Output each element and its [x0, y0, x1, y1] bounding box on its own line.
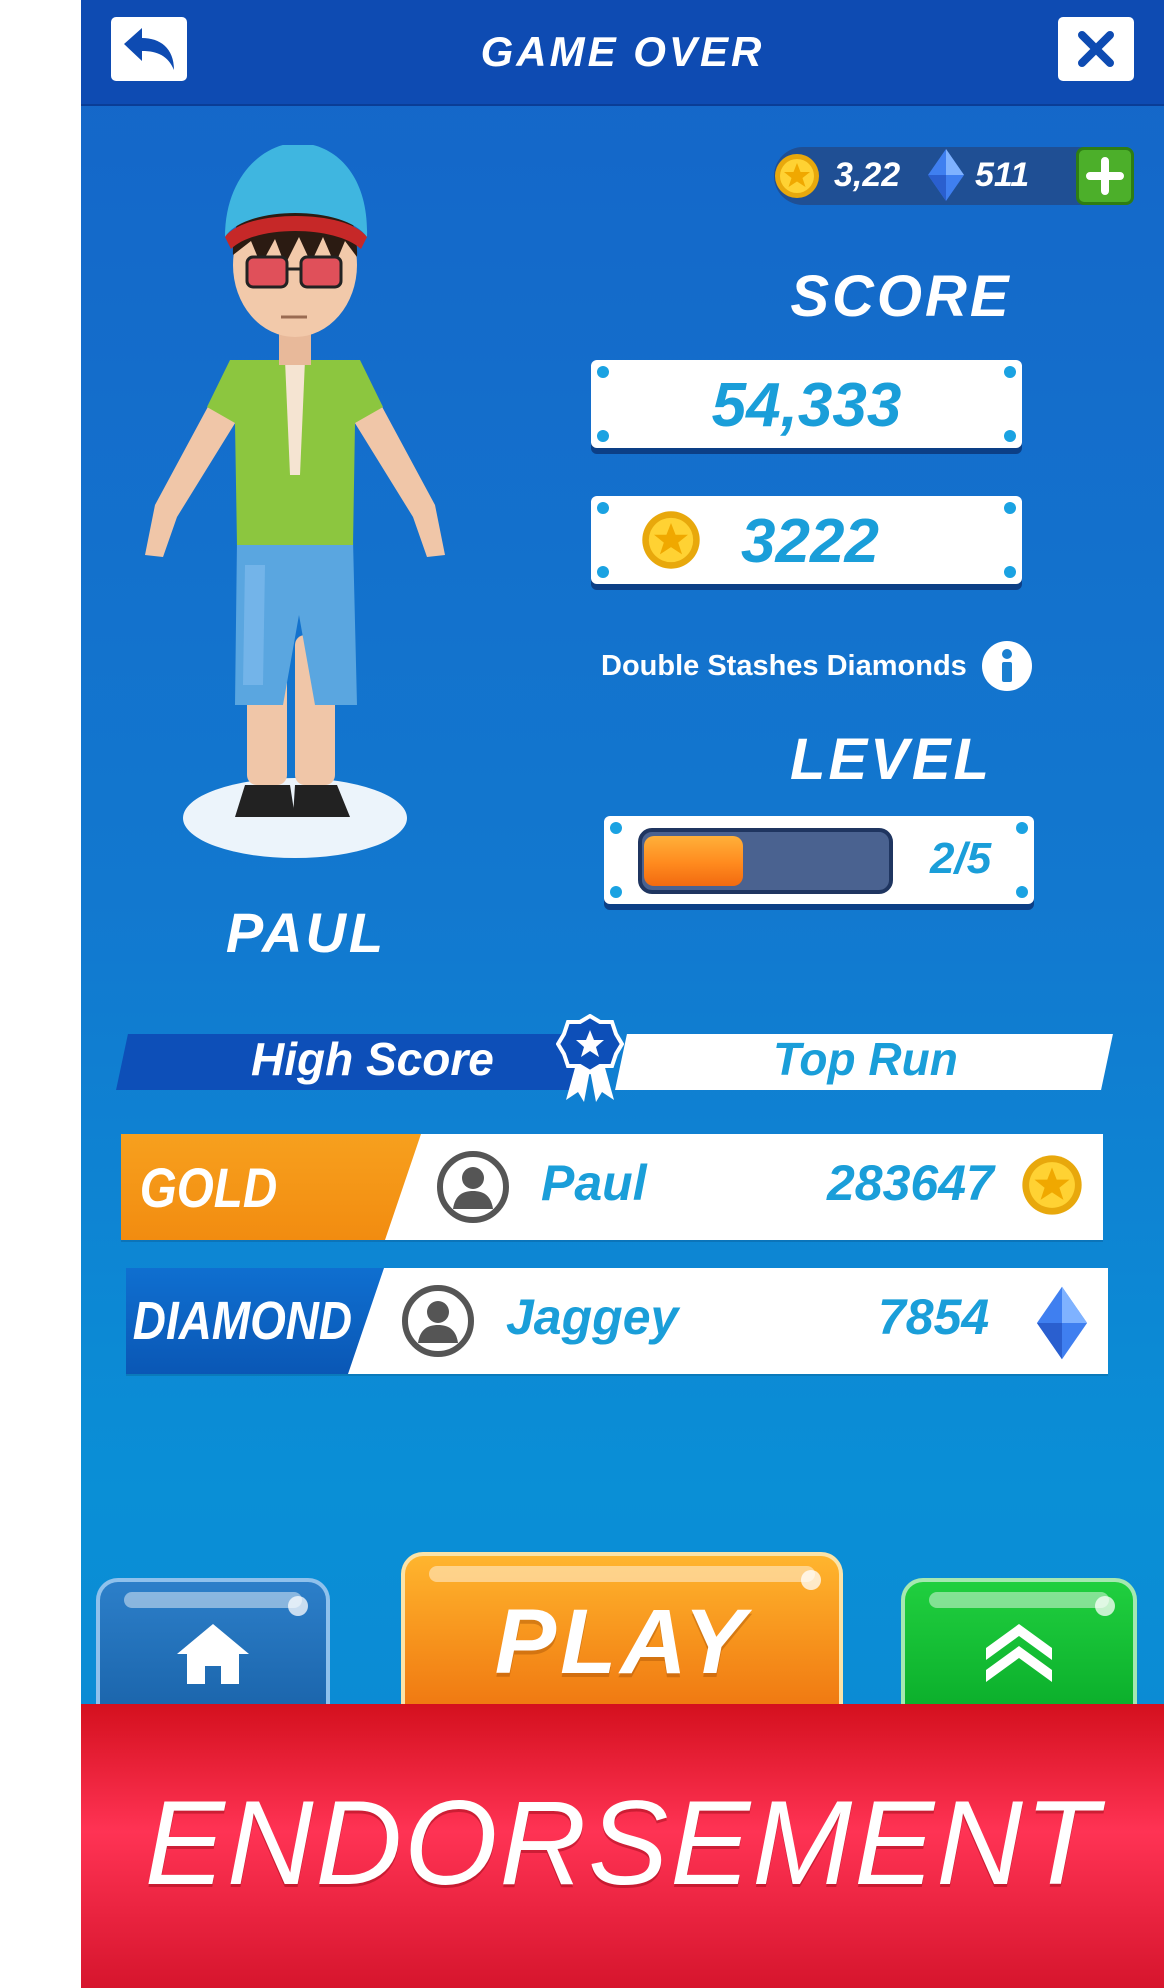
banner-text: ENDORSEMENT: [144, 1776, 1101, 1910]
coin-icon: [1022, 1155, 1082, 1215]
screen-title: GAME OVER: [480, 28, 765, 75]
level-progress-bar: [638, 828, 893, 894]
leaderboard-row[interactable]: DIAMOND Jaggey 7854: [126, 1268, 1108, 1374]
currency-bar: 3,22 511: [774, 147, 1134, 205]
tab-high-score-label: High Score: [251, 1033, 494, 1085]
chevron-up-icon: [986, 1624, 1052, 1682]
tier-label: GOLD: [121, 1134, 421, 1240]
bonus-text: Double Stashes Diamonds: [601, 649, 967, 682]
game-over-screen: GAME OVER 3,22 511 PAUL SCORE 54,333 322…: [81, 0, 1164, 1988]
level-panel: 2/5: [604, 816, 1034, 904]
score-panel: 54,333: [591, 360, 1022, 448]
diamond-balance: 511: [975, 156, 1030, 194]
bonus-info: Double Stashes Diamonds: [601, 640, 1033, 692]
user-avatar-icon: [437, 1151, 509, 1223]
character-avatar: [145, 145, 445, 858]
ribbon-badge-icon: [556, 1014, 624, 1102]
info-icon[interactable]: [981, 640, 1033, 692]
character-name: PAUL: [225, 901, 387, 964]
coin-balance: 3,22: [834, 156, 901, 194]
header-bar: GAME OVER: [81, 0, 1164, 106]
player-name: Jaggey: [506, 1289, 679, 1345]
coins-earned-value: 3222: [741, 507, 879, 576]
level-text: 2/5: [930, 834, 992, 883]
coins-panel: 3222: [591, 496, 1022, 584]
home-button[interactable]: [96, 1578, 330, 1704]
player-name: Paul: [541, 1155, 647, 1211]
diamond-icon: [1036, 1286, 1088, 1360]
leaderboard-row[interactable]: GOLD Paul 283647: [121, 1134, 1103, 1240]
plus-icon: [1086, 157, 1124, 195]
diamond-icon: [928, 149, 964, 201]
endorsement-banner: ENDORSEMENT: [81, 1704, 1164, 1988]
close-icon: [1078, 31, 1114, 67]
coin-icon: [775, 154, 819, 198]
level-heading: LEVEL: [790, 727, 992, 792]
player-score: 283647: [827, 1155, 994, 1211]
tab-top-run-label: Top Run: [773, 1033, 958, 1085]
play-button-label: PLAY: [494, 1591, 750, 1693]
home-icon: [177, 1624, 249, 1684]
close-button[interactable]: [1058, 17, 1134, 81]
tier-label: DIAMOND: [126, 1268, 384, 1374]
score-value: 54,333: [711, 371, 902, 440]
score-heading: SCORE: [790, 264, 1012, 329]
coin-icon: [642, 511, 700, 569]
player-score: 7854: [878, 1289, 990, 1345]
level-progress-fill: [644, 836, 743, 886]
play-button[interactable]: PLAY: [401, 1552, 843, 1704]
upgrade-button[interactable]: [901, 1578, 1137, 1704]
add-currency-button[interactable]: [1076, 147, 1134, 205]
user-avatar-icon: [402, 1285, 474, 1357]
